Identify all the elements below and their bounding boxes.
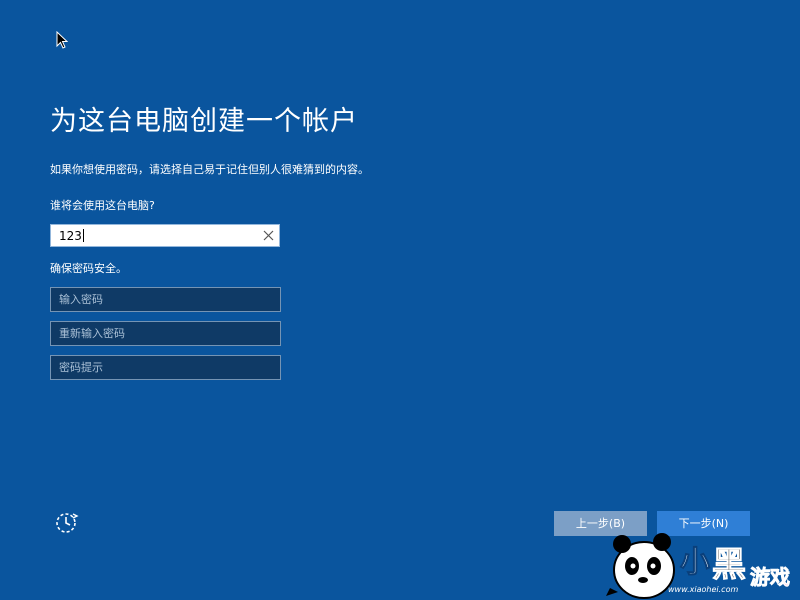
password-input[interactable]: 输入密码: [50, 287, 281, 312]
password-hint-input[interactable]: 密码提示: [50, 355, 281, 380]
page-description: 如果你想使用密码，请选择自己易于记住但别人很难猜到的内容。: [50, 163, 369, 176]
password-section-label: 确保密码安全。: [50, 262, 127, 275]
ease-of-access-icon[interactable]: [53, 508, 81, 536]
svg-text:黑: 黑: [712, 545, 746, 585]
arrow-cursor-icon: [56, 31, 68, 49]
reenter-password-input[interactable]: 重新输入密码: [50, 321, 281, 346]
svg-text:小: 小: [680, 545, 710, 580]
username-label: 谁将会使用这台电脑?: [50, 199, 155, 212]
watermark-site: www.xiaohei.com: [668, 585, 739, 594]
svg-text:游戏: 游戏: [750, 565, 790, 589]
close-icon[interactable]: [257, 225, 279, 246]
page-title: 为这台电脑创建一个帐户: [50, 106, 358, 137]
username-value: 123: [51, 226, 257, 246]
username-input[interactable]: 123: [50, 224, 280, 247]
